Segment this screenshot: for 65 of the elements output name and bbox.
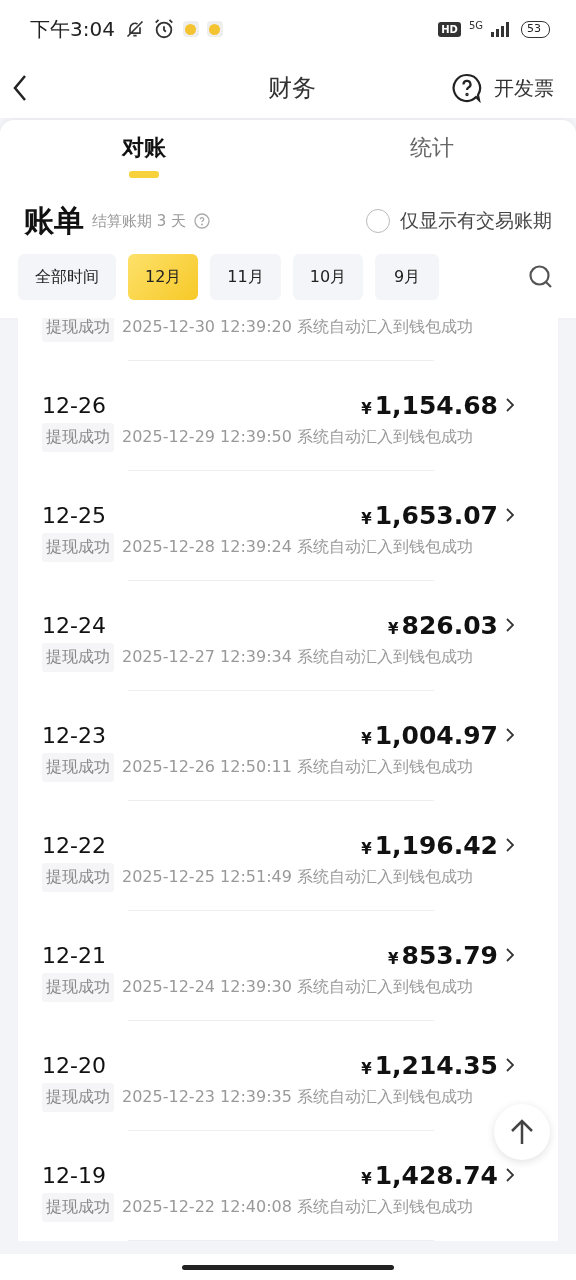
record-detail: 2025-12-29 12:39:50 系统自动汇入到钱包成功 <box>122 427 473 448</box>
record-amount: ¥1,154.68 <box>361 390 498 420</box>
chevron-icon[interactable] <box>506 948 514 962</box>
record-amount: ¥1,196.42 <box>361 830 498 860</box>
record-detail: 2025-12-26 12:50:11 系统自动汇入到钱包成功 <box>122 757 473 778</box>
status-tag: 提现成功 <box>42 1083 114 1112</box>
filter-toggle[interactable]: 仅显示有交易账期 <box>366 208 552 234</box>
status-tag: 提现成功 <box>42 533 114 562</box>
record-date: 12-21 <box>42 942 106 968</box>
app-icon <box>206 21 223 37</box>
period-chip[interactable]: 12月 <box>128 254 199 300</box>
record-detail: 2025-12-22 12:40:08 系统自动汇入到钱包成功 <box>122 1197 473 1218</box>
status-tag: 提现成功 <box>42 318 114 342</box>
record-amount: ¥853.79 <box>388 940 498 970</box>
record-date: 12-24 <box>42 612 106 638</box>
status-tag: 提现成功 <box>42 973 114 1002</box>
hd-badge: HD <box>438 21 461 37</box>
chevron-icon[interactable] <box>506 838 514 852</box>
bell-off-icon <box>124 19 145 39</box>
battery-indicator: 53 <box>521 20 550 38</box>
network-label: 5G <box>468 19 483 31</box>
chevron-icon[interactable] <box>506 398 514 412</box>
record-detail: 2025-12-27 12:39:34 系统自动汇入到钱包成功 <box>122 647 473 668</box>
record-amount: ¥1,653.07 <box>361 500 498 530</box>
record-detail: 2025-12-28 12:39:24 系统自动汇入到钱包成功 <box>122 537 473 558</box>
search-icon[interactable] <box>528 264 554 290</box>
record-detail: 2025-12-25 12:51:49 系统自动汇入到钱包成功 <box>122 867 473 888</box>
tab[interactable]: 对账 <box>0 120 288 190</box>
page-title: 财务 <box>267 73 317 104</box>
section-title: 账单 <box>24 201 84 240</box>
period-chip[interactable]: 11月 <box>210 254 281 300</box>
status-time: 下午3:04 <box>30 15 115 43</box>
help-icon[interactable] <box>452 73 482 103</box>
tab[interactable]: 统计 <box>288 120 576 190</box>
chevron-icon[interactable] <box>506 1168 514 1182</box>
record-date: 12-20 <box>42 1052 106 1078</box>
record-detail: 2025-12-24 12:39:30 系统自动汇入到钱包成功 <box>122 977 473 998</box>
period-chip[interactable]: 9月 <box>375 254 440 300</box>
record-date: 12-25 <box>42 502 106 528</box>
record-detail: 2025-12-30 12:39:20 系统自动汇入到钱包成功 <box>122 318 473 338</box>
record-amount: ¥826.03 <box>388 610 498 640</box>
status-tag: 提现成功 <box>42 1193 114 1222</box>
record-date: 12-22 <box>42 832 106 858</box>
back-chevron-icon[interactable] <box>12 74 28 102</box>
record-date: 12-26 <box>42 392 106 418</box>
record-amount: ¥1,428.74 <box>361 1160 498 1190</box>
record-amount: ¥1,004.97 <box>361 720 498 750</box>
invoice-button[interactable]: 开发票 <box>494 74 554 102</box>
status-tag: 提现成功 <box>42 423 114 452</box>
record-amount: ¥1,214.35 <box>361 1050 498 1080</box>
chevron-icon[interactable] <box>506 1058 514 1072</box>
status-tag: 提现成功 <box>42 643 114 672</box>
arrow-up-icon[interactable] <box>509 1118 535 1146</box>
period-chip[interactable]: 10月 <box>292 254 364 300</box>
record-date: 12-23 <box>42 722 106 748</box>
app-icon <box>182 21 199 37</box>
cycle-note: 结算账期 3 天 <box>92 211 187 231</box>
status-tag: 提现成功 <box>42 753 114 782</box>
status-tag: 提现成功 <box>42 863 114 892</box>
record-date: 12-19 <box>42 1162 106 1188</box>
chevron-icon[interactable] <box>506 618 514 632</box>
chevron-icon[interactable] <box>506 728 514 742</box>
chevron-icon[interactable] <box>506 508 514 522</box>
period-chip[interactable]: 全部时间 <box>18 254 116 300</box>
record-detail: 2025-12-23 12:39:35 系统自动汇入到钱包成功 <box>122 1087 473 1108</box>
